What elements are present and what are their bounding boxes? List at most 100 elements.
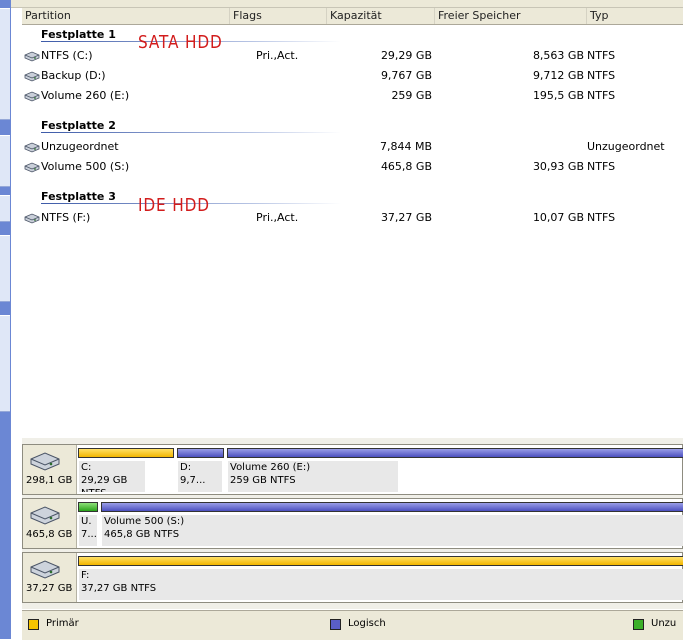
disk-size: 465,8 GB bbox=[26, 529, 73, 540]
partition-block-name: Volume 500 (S:) bbox=[104, 516, 185, 527]
partition-name: Unzugeordnet bbox=[41, 140, 119, 153]
partition-block[interactable]: U. 7... bbox=[78, 502, 98, 546]
disk-row[interactable]: 465,8 GB U. 7... Volume 500 (S:) 465,8 GB NT… bbox=[22, 498, 683, 549]
drive-icon bbox=[24, 90, 40, 102]
partition-block-info: 9,7... bbox=[180, 475, 206, 486]
task-pane bbox=[0, 0, 11, 639]
drive-icon bbox=[24, 50, 40, 62]
partition-label: U. 7... bbox=[79, 515, 97, 546]
partition-block-info: 7... bbox=[81, 529, 97, 540]
partition-label: D: 9,7... bbox=[178, 461, 222, 492]
drive-icon bbox=[24, 70, 40, 82]
disk-info[interactable]: 37,27 GB bbox=[23, 553, 77, 602]
partition-block[interactable]: F: 37,27 GB NTFS bbox=[78, 556, 683, 600]
drive-icon bbox=[24, 212, 40, 224]
partition-free-space: 195,5 GB bbox=[532, 89, 584, 102]
partition-block-name: D: bbox=[180, 462, 192, 473]
partition-block-info: 259 GB NTFS bbox=[230, 475, 296, 486]
partition-block-name: U. bbox=[81, 516, 92, 527]
partition-bar bbox=[101, 502, 683, 512]
disk-row[interactable]: 298,1 GB C: 29,29 GB NTFS D: 9,7... Volume 26… bbox=[22, 444, 683, 495]
partition-block[interactable]: C: 29,29 GB NTFS bbox=[78, 448, 174, 492]
partition-capacity: 9,767 GB bbox=[380, 69, 432, 82]
partition-bar bbox=[78, 502, 98, 512]
partition-type: Unzugeordnet bbox=[587, 140, 665, 153]
partition-name: Backup (D:) bbox=[41, 69, 106, 82]
partition-bar bbox=[78, 556, 683, 566]
partition-flags: Pri.,Act. bbox=[256, 49, 299, 62]
annotation-ide: IDE HDD bbox=[138, 195, 210, 216]
partition-free-space: 8,563 GB bbox=[532, 49, 584, 62]
partition-block[interactable]: D: 9,7... bbox=[177, 448, 224, 492]
partition-block-name: C: bbox=[81, 462, 92, 473]
disk-info[interactable]: 298,1 GB bbox=[23, 445, 77, 494]
group-divider bbox=[41, 132, 341, 133]
partition-name: Volume 500 (S:) bbox=[41, 160, 130, 173]
partition-bar bbox=[78, 448, 174, 458]
column-header-partition[interactable]: Partition bbox=[22, 8, 229, 24]
task-pane-tab[interactable] bbox=[0, 8, 10, 120]
partition-block-name: Volume 260 (E:) bbox=[230, 462, 311, 473]
column-header-capacity[interactable]: Kapazität bbox=[326, 8, 434, 24]
partition-type: NTFS bbox=[587, 160, 616, 173]
partition-name: NTFS (C:) bbox=[41, 49, 93, 62]
partition-block-info: 465,8 GB NTFS bbox=[104, 529, 180, 540]
legend: Primär Logisch Unzu bbox=[22, 610, 683, 640]
partition-label: F: 37,27 GB NTFS bbox=[79, 569, 683, 600]
partition-row[interactable]: Volume 260 (E:) 259 GB 195,5 GB NTFS bbox=[22, 88, 683, 104]
partition-capacity: 465,8 GB bbox=[380, 160, 432, 173]
column-header-type[interactable]: Typ bbox=[586, 8, 683, 24]
disk-size: 37,27 GB bbox=[26, 583, 73, 594]
partition-row[interactable]: Unzugeordnet 7,844 MB Unzugeordnet bbox=[22, 139, 683, 155]
task-pane-tab[interactable] bbox=[0, 195, 10, 222]
legend-swatch bbox=[330, 619, 341, 630]
task-pane-tab[interactable] bbox=[0, 235, 10, 302]
partition-bar bbox=[227, 448, 683, 458]
partition-type: NTFS bbox=[587, 89, 616, 102]
partition-type: NTFS bbox=[587, 49, 616, 62]
partition-block-info: 29,29 GB NTFS bbox=[81, 475, 128, 492]
partition-free-space: 10,07 GB bbox=[532, 211, 584, 224]
disk-size: 298,1 GB bbox=[26, 475, 73, 486]
partition-capacity: 29,29 GB bbox=[380, 49, 432, 62]
partition-free-space: 9,712 GB bbox=[532, 69, 584, 82]
partition-flags: Pri.,Act. bbox=[256, 211, 299, 224]
hard-disk-icon bbox=[29, 451, 61, 471]
group-header: Festplatte 2 bbox=[41, 119, 116, 132]
task-pane-tab[interactable] bbox=[0, 135, 10, 187]
partition-bar bbox=[177, 448, 224, 458]
partition-label: C: 29,29 GB NTFS bbox=[79, 461, 145, 492]
legend-label: Logisch bbox=[348, 618, 386, 629]
partition-block-name: F: bbox=[81, 570, 90, 581]
partition-capacity: 37,27 GB bbox=[380, 211, 432, 224]
column-header-free-space[interactable]: Freier Speicher bbox=[434, 8, 586, 24]
hard-disk-icon bbox=[29, 505, 61, 525]
partition-capacity: 259 GB bbox=[391, 89, 432, 102]
partition-list[interactable]: Festplatte 1 NTFS (C:) Pri.,Act. 29,29 GB 8,… bbox=[22, 25, 683, 438]
annotation-sata: SATA HDD bbox=[138, 32, 223, 53]
partition-type: NTFS bbox=[587, 69, 616, 82]
legend-swatch bbox=[28, 619, 39, 630]
partition-type: NTFS bbox=[587, 211, 616, 224]
partition-free-space: 30,93 GB bbox=[532, 160, 584, 173]
partition-row[interactable]: Backup (D:) 9,767 GB 9,712 GB NTFS bbox=[22, 68, 683, 84]
partition-row[interactable]: NTFS (F:) Pri.,Act. 37,27 GB 10,07 GB NTFS bbox=[22, 210, 683, 226]
group-header: Festplatte 3 bbox=[41, 190, 116, 203]
partition-block[interactable]: Volume 260 (E:) 259 GB NTFS bbox=[227, 448, 683, 492]
drive-icon bbox=[24, 141, 40, 153]
partition-row[interactable]: NTFS (C:) Pri.,Act. 29,29 GB 8,563 GB NTFS bbox=[22, 48, 683, 64]
legend-label: Unzu bbox=[651, 618, 677, 629]
partition-capacity: 7,844 MB bbox=[379, 140, 432, 153]
toolbar-strip bbox=[11, 0, 683, 8]
legend-label: Primär bbox=[46, 618, 79, 629]
partition-row[interactable]: Volume 500 (S:) 465,8 GB 30,93 GB NTFS bbox=[22, 159, 683, 175]
partition-label: Volume 500 (S:) 465,8 GB NTFS bbox=[102, 515, 683, 546]
partition-block[interactable]: Volume 500 (S:) 465,8 GB NTFS bbox=[101, 502, 683, 546]
partition-name: NTFS (F:) bbox=[41, 211, 91, 224]
disk-info[interactable]: 465,8 GB bbox=[23, 499, 77, 548]
disk-row[interactable]: 37,27 GB F: 37,27 GB NTFS bbox=[22, 552, 683, 603]
legend-swatch bbox=[633, 619, 644, 630]
task-pane-tab[interactable] bbox=[0, 315, 10, 412]
column-header-flags[interactable]: Flags bbox=[229, 8, 328, 24]
partition-label: Volume 260 (E:) 259 GB NTFS bbox=[228, 461, 398, 492]
